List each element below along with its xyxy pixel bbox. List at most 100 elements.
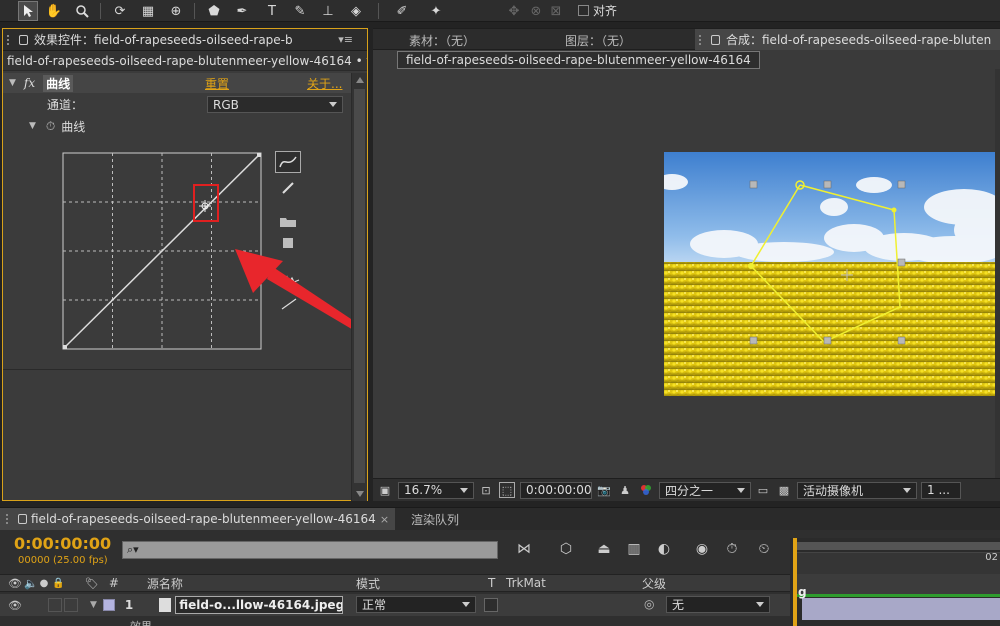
layer-duration-bar[interactable] <box>802 598 1000 620</box>
pick-whip-icon[interactable]: ◎ <box>644 597 654 611</box>
source-name-header[interactable]: 源名称 <box>147 575 183 592</box>
align-toggle[interactable]: 对齐 <box>578 2 617 19</box>
world-axis-icon: ⊗ <box>530 3 542 19</box>
preserve-transparency-box[interactable] <box>484 598 498 612</box>
close-icon[interactable]: × <box>380 513 389 526</box>
composition-tab[interactable]: 合成：field-of-rapeseeds-oilseed-rape-blute… <box>695 29 1000 50</box>
lock-icon[interactable] <box>711 34 720 45</box>
reset-link[interactable]: 重置 <box>205 75 229 92</box>
effect-scrollbar[interactable] <box>351 73 367 501</box>
snapshot-camera-icon[interactable]: 📷 <box>596 482 612 498</box>
panel-grip-icon[interactable] <box>699 34 705 45</box>
search-icon: ⌕▾ <box>127 543 139 556</box>
views-dropdown[interactable]: 1 ... <box>921 481 961 499</box>
current-time-field[interactable]: 0:00:00:00 <box>520 481 592 499</box>
layer-row[interactable]: 👁 ▼ 1 field-o...llow-46164.jpeg 正常 ◎ 无 <box>0 594 790 616</box>
footage-tab[interactable]: 素材：（无） <box>409 32 475 49</box>
resolution-dropdown[interactable]: 四分之一 <box>659 481 751 499</box>
zoom-dropdown[interactable]: 16.7% <box>398 481 474 499</box>
brainstorm-icon[interactable]: ⏱ <box>722 540 742 558</box>
clone-stamp-tool-icon[interactable]: ⊥ <box>318 1 338 21</box>
panel-grip-icon[interactable] <box>6 514 12 524</box>
panel-menu-icon[interactable]: ▾≡ <box>338 33 353 46</box>
camera-tool-icon[interactable]: ▦ <box>138 1 158 21</box>
solo-icon[interactable]: ● <box>40 578 49 589</box>
auto-keyframe-icon[interactable]: ⏲ <box>754 540 774 558</box>
layer-tab[interactable]: 图层：（无） <box>565 32 631 49</box>
parent-dropdown[interactable]: 无 <box>666 596 770 613</box>
expand-triangle-icon[interactable]: ▼ <box>29 121 36 131</box>
lock-icon[interactable] <box>19 34 28 45</box>
curves-effect-row[interactable]: ▼ fx 曲线 重置 关于... <box>3 73 351 93</box>
video-toggle-icon[interactable]: 👁 <box>8 577 22 590</box>
draft-3d-icon[interactable]: ⬡ <box>556 540 576 558</box>
scroll-down-icon[interactable] <box>356 491 364 497</box>
audio-toggle-box[interactable] <box>47 598 62 612</box>
audio-toggle-icon[interactable]: 🔈 <box>24 577 38 590</box>
align-checkbox[interactable] <box>578 5 589 16</box>
zoom-tool-icon[interactable] <box>72 1 92 21</box>
bezier-curve-button[interactable] <box>275 151 301 173</box>
comp-name-button[interactable]: field-of-rapeseeds-oilseed-rape-blutenme… <box>397 51 760 69</box>
layer-number: 1 <box>124 598 134 612</box>
hand-tool-icon[interactable]: ✋ <box>44 1 64 21</box>
fast-previews-icon[interactable]: ▭ <box>755 482 771 498</box>
eraser-tool-icon[interactable]: ◈ <box>346 1 366 21</box>
region-of-interest-icon[interactable]: ⊡ <box>478 482 494 498</box>
blend-mode-dropdown[interactable]: 正常 <box>356 596 476 613</box>
pencil-button[interactable] <box>277 179 299 197</box>
rapeseed-field-image[interactable] <box>664 152 1000 396</box>
transparency-grid-icon[interactable]: ⬚ <box>499 482 515 498</box>
label-color-swatch[interactable] <box>102 599 115 611</box>
roto-brush-tool-icon[interactable]: ✐ <box>392 1 412 21</box>
chevron-down-icon <box>460 487 468 493</box>
channel-color-icon[interactable] <box>638 482 654 498</box>
scroll-up-icon[interactable] <box>356 77 364 83</box>
ruler-label: 02 <box>985 552 998 563</box>
expand-triangle-icon[interactable]: ▼ <box>90 600 97 610</box>
solo-toggle-box[interactable] <box>63 598 78 612</box>
chevron-down-icon <box>329 102 337 107</box>
lock-column-icon[interactable]: 🔒 <box>52 578 64 589</box>
views-value: 1 ... <box>927 483 950 497</box>
shy-layers-icon[interactable]: ⏏ <box>594 540 614 558</box>
graph-editor-icon[interactable]: ◉ <box>692 540 712 558</box>
frame-blending-icon[interactable]: ▥ <box>624 540 644 558</box>
effect-controls-tab-bar: 效果控件：field-of-rapeseeds-oilseed-rape-b ▾… <box>3 29 367 51</box>
expand-triangle-icon[interactable]: ▼ <box>9 78 16 88</box>
eye-icon[interactable]: 👁 <box>8 599 22 612</box>
composition-mini-flowchart-icon[interactable]: ⋈ <box>514 540 534 558</box>
stopwatch-icon[interactable]: ⏱ <box>46 119 55 134</box>
brush-tool-icon[interactable]: ✎ <box>290 1 310 21</box>
rotate-tool-icon[interactable]: ⟳ <box>110 1 130 21</box>
channel-dropdown[interactable]: RGB <box>207 96 343 113</box>
selection-tool-icon[interactable] <box>18 1 38 21</box>
fx-toggle[interactable]: fx <box>24 76 35 90</box>
show-snapshot-icon[interactable]: ♟ <box>617 482 633 498</box>
puppet-tool-icon[interactable]: ✦ <box>426 1 446 21</box>
current-time-indicator[interactable] <box>793 538 797 626</box>
scrollbar-thumb[interactable] <box>354 89 365 483</box>
timeline-comp-tab[interactable]: field-of-rapeseeds-oilseed-rape-blutenme… <box>0 508 396 530</box>
motion-blur-icon[interactable]: ◐ <box>654 540 674 558</box>
pan-behind-tool-icon[interactable]: ⊕ <box>166 1 186 21</box>
rectangle-mask-tool-icon[interactable]: ⬟ <box>204 1 224 21</box>
camera-value: 活动摄像机 <box>803 483 864 498</box>
toggle-grid-icon[interactable]: ▩ <box>776 482 792 498</box>
effect-controls-tab-title[interactable]: 效果控件：field-of-rapeseeds-oilseed-rape-b <box>34 31 322 48</box>
always-preview-icon[interactable]: ▣ <box>377 482 393 498</box>
bezier-curve-icon <box>279 156 297 168</box>
camera-dropdown[interactable]: 活动摄像机 <box>797 481 917 499</box>
current-time-display[interactable]: 0:00:00:00 <box>14 534 111 553</box>
layer-name-field[interactable]: field-o...llow-46164.jpeg <box>175 596 344 614</box>
work-area-bar[interactable] <box>794 542 1000 550</box>
label-tag-icon[interactable]: 🏷 <box>85 577 99 590</box>
pen-tool-icon[interactable]: ✒ <box>232 1 252 21</box>
panel-grip-icon[interactable] <box>7 34 13 45</box>
type-tool-icon[interactable]: T <box>262 1 282 21</box>
layer-search-input[interactable]: ⌕▾ <box>122 541 498 559</box>
about-link[interactable]: 关于... <box>307 75 342 92</box>
timeline-ruler-area[interactable]: 02 g <box>790 538 1000 626</box>
lock-icon[interactable] <box>18 514 27 524</box>
render-queue-tab[interactable]: 渲染队列 <box>411 511 459 528</box>
